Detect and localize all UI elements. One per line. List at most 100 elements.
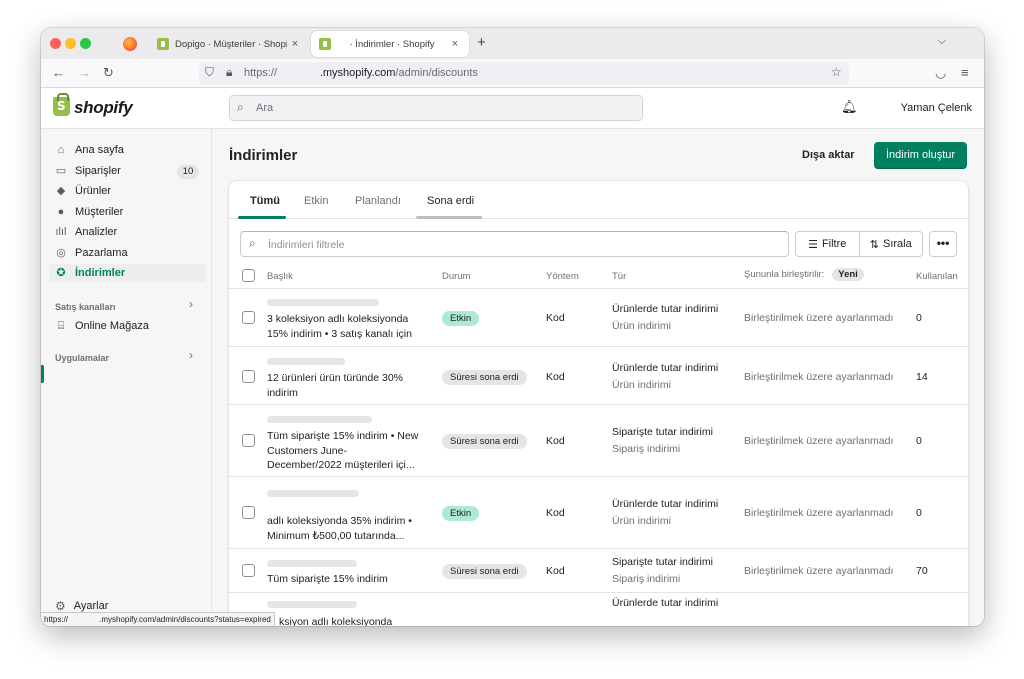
zoom-window-button[interactable] [80, 38, 91, 49]
bookmark-star-icon[interactable]: ☆ [831, 65, 842, 79]
sidebar-item-discounts[interactable]: ✪ İndirimler [49, 264, 206, 282]
discount-title[interactable]: Tüm siparişte 15% indirim • New Customer… [267, 429, 419, 473]
create-discount-button[interactable]: İndirim oluştur [874, 142, 967, 169]
sidebar-item-marketing[interactable]: ◎ Pazarlama [55, 244, 205, 262]
row-checkbox[interactable] [242, 434, 255, 447]
header-usage[interactable]: Kullanılan [916, 271, 958, 282]
sidebar-item-online-store[interactable]: ⌸ Online Mağaza [55, 317, 205, 335]
select-all-checkbox[interactable] [242, 269, 255, 282]
method-text: Kod [546, 435, 565, 447]
sort-label: Sırala [882, 238, 912, 250]
discount-icon: ✪ [56, 267, 66, 279]
address-bar[interactable]: ⛉ 🔒︎ https:// .myshopify.com/admin/disco… [199, 62, 849, 85]
discount-title[interactable]: adlı koleksiyonda 35% indirim • Minimum … [267, 514, 419, 543]
shield-icon[interactable]: ⛉ [205, 65, 214, 80]
combine-text: Birleştirilmek üzere ayarlanmadı [744, 507, 894, 519]
header-type[interactable]: Tür [612, 271, 626, 282]
back-arrow-icon[interactable]: ← [52, 65, 65, 80]
url-prefix: https:// [244, 67, 278, 79]
tab-scheduled[interactable]: Planlandı [355, 195, 401, 207]
combine-text: Birleştirilmek üzere ayarlanmadı [744, 312, 894, 324]
tab-active[interactable]: Etkin [304, 195, 328, 207]
tab-close-icon[interactable]: × [287, 38, 303, 50]
firefox-icon[interactable] [123, 37, 137, 51]
lock-icon[interactable]: 🔒︎ [226, 65, 232, 80]
table-row[interactable]: 3 koleksiyon adlı koleksiyonda 15% indir… [229, 289, 968, 347]
new-tab-button[interactable]: + [477, 34, 486, 51]
hamburger-menu-icon[interactable]: ≡ [961, 65, 969, 80]
row-checkbox[interactable] [242, 311, 255, 324]
usage-count: 0 [916, 312, 922, 324]
header-method[interactable]: Yöntem [546, 271, 579, 282]
shopify-logo[interactable]: shopify [74, 98, 133, 118]
table-row[interactable]: adlı koleksiyonda 35% indirim • Minimum … [229, 477, 968, 549]
header-status[interactable]: Durum [442, 271, 471, 282]
sidebar-item-customers[interactable]: ● Müşteriler [55, 203, 205, 221]
user-menu[interactable]: Yaman Çelenk [901, 102, 972, 114]
close-window-button[interactable] [50, 38, 61, 49]
row-checkbox[interactable] [242, 506, 255, 519]
shopify-bag-icon[interactable] [53, 93, 70, 116]
minimize-window-button[interactable] [65, 38, 76, 49]
filter-lines-icon: ☰ [808, 238, 818, 251]
table-row[interactable]: Tüm siparişte 15% indirim Süresi sona er… [229, 549, 968, 593]
discount-title[interactable]: Tüm siparişte 15% indirim [267, 572, 419, 587]
sidebar-item-analytics[interactable]: ılıl Analizler [55, 223, 205, 241]
status-badge: Etkin [442, 506, 480, 521]
sort-button[interactable]: ⇅ Sırala [858, 232, 923, 256]
table-row[interactable]: ksiyon adlı koleksiyonda Ürünlerde tutar… [229, 593, 968, 626]
combine-text: Birleştirilmek üzere ayarlanmadı [744, 435, 894, 447]
forward-arrow-icon[interactable]: → [78, 65, 91, 80]
pocket-icon[interactable]: ◡ [935, 65, 946, 81]
url-domain: .myshopify.com [319, 67, 396, 79]
table-row[interactable]: 12 ürünleri ürün türünde 30% indirim Sür… [229, 347, 968, 405]
more-actions-button[interactable]: ••• [929, 231, 957, 257]
tag-icon: ◆ [56, 185, 66, 197]
admin-top-bar: shopify ⌕ Ara 🔔︎ Yaman Çelenk [41, 88, 984, 129]
sidebar-item-products[interactable]: ◆ Ürünler [55, 182, 205, 200]
header-title[interactable]: Başlık [267, 271, 293, 282]
status-badge: Süresi sona erdi [442, 370, 527, 385]
browser-nav-bar: ← → ↻ ⛉ 🔒︎ https:// .myshopify.com/admin… [41, 59, 984, 88]
tab-close-icon[interactable]: × [447, 38, 463, 50]
type-subtext: Ürün indirimi [612, 379, 671, 391]
discount-title[interactable]: 3 koleksiyon adlı koleksiyonda 15% indir… [267, 312, 419, 341]
tab-title: Dopigo · Müşteriler · Shopify [175, 38, 287, 50]
redacted-code-placeholder [267, 490, 359, 497]
header-combine[interactable]: Şununla birleştirilir: Yeni [744, 268, 864, 281]
discount-title[interactable]: 12 ürünleri ürün türünde 30% indirim [267, 371, 419, 400]
shopify-favicon-icon [157, 38, 169, 50]
sidebar-item-label: Analizler [75, 226, 118, 238]
browser-tab-customers[interactable]: Dopigo · Müşteriler · Shopify × [149, 31, 309, 57]
row-checkbox[interactable] [242, 370, 255, 383]
row-checkbox[interactable] [242, 564, 255, 577]
sidebar-item-label: Siparişler [75, 165, 121, 177]
discount-title[interactable]: ksiyon adlı koleksiyonda [279, 615, 431, 626]
type-text: Ürünlerde tutar indirimi [612, 498, 719, 510]
reload-icon[interactable]: ↻ [103, 65, 114, 81]
sidebar-item-label: Online Mağaza [75, 320, 149, 332]
bell-icon[interactable]: 🔔︎ [841, 99, 858, 115]
type-subtext: Sipariş indirimi [612, 573, 681, 585]
search-input[interactable]: ⌕ Ara [229, 95, 643, 121]
filter-input[interactable]: ⌕ İndirimleri filtrele [240, 231, 789, 257]
analytics-icon: ılıl [55, 226, 67, 238]
tab-expired[interactable]: Sona erdi [427, 195, 474, 207]
sidebar-item-label: Ürünler [75, 185, 112, 197]
chevron-right-icon[interactable]: › [189, 297, 193, 311]
chevron-right-icon[interactable]: › [189, 348, 193, 362]
sidebar-item-home[interactable]: ⌂ Ana sayfa [55, 141, 205, 159]
filter-label: Filtre [821, 238, 847, 250]
browser-tab-discounts[interactable]: · İndirimler · Shopify × [311, 31, 469, 57]
tab-all[interactable]: Tümü [250, 195, 280, 207]
home-icon: ⌂ [57, 144, 65, 156]
method-text: Kod [546, 507, 565, 519]
filter-button[interactable]: ☰ Filtre [796, 232, 859, 256]
tab-list-chevron-icon[interactable]: ⌵ [938, 35, 946, 48]
export-button[interactable]: Dışa aktar [802, 149, 855, 161]
sidebar-item-settings[interactable]: ⚙ Ayarlar [55, 599, 108, 613]
redacted-code-placeholder [267, 299, 379, 306]
type-text: Ürünlerde tutar indirimi [612, 362, 719, 374]
status-badge: Etkin [442, 311, 480, 326]
table-row[interactable]: Tüm siparişte 15% indirim • New Customer… [229, 405, 968, 477]
